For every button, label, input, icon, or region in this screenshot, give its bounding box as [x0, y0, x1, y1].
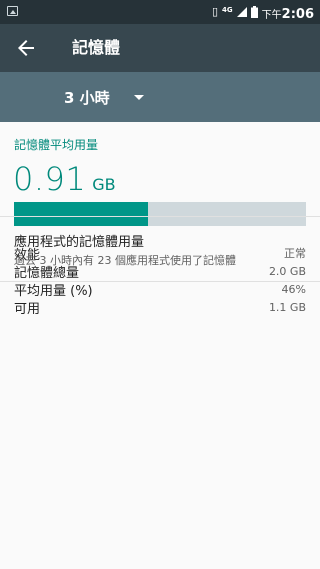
stat-label: 可用: [14, 301, 41, 317]
stat-row: 可用 1.1 GB: [14, 298, 306, 317]
average-usage-value: 0.91: [13, 160, 87, 198]
time-range-selected: 3 小時: [64, 88, 110, 107]
section-title: 記憶體平均用量: [14, 138, 99, 152]
dropdown-arrow-icon: [133, 94, 144, 100]
stat-row: 平均用量 (%) 46%: [14, 280, 306, 299]
time-range-spinner[interactable]: 3 小時: [64, 72, 144, 122]
divider: [0, 281, 320, 282]
stat-value: 46%: [281, 282, 306, 296]
stat-value: 1.1 GB: [268, 300, 306, 314]
status-bar: ▯ 4G 下午2:06: [0, 0, 320, 24]
vibrate-icon: ▯: [211, 5, 219, 18]
image-notification-icon: [7, 6, 18, 16]
time-range-bar: 3 小時: [0, 72, 320, 122]
app-memory-usage-item[interactable]: 應用程式的記憶體用量 過去 3 小時內有 23 個應用程式使用了記憶體: [0, 217, 320, 281]
stat-label: 平均用量 (%): [14, 283, 93, 299]
average-usage: 0.91 GB: [13, 160, 116, 198]
clock: 下午2:06: [262, 3, 314, 22]
app-toolbar: 記憶體: [0, 24, 320, 72]
clock-period: 下午: [261, 9, 282, 21]
signal-icon: [236, 7, 247, 17]
network-type-label: 4G: [222, 6, 233, 14]
clock-time: 2:06: [281, 6, 314, 22]
status-icons: ▯ 4G 下午2:06: [212, 0, 314, 24]
page-title: 記憶體: [72, 38, 121, 57]
app-memory-usage-title: 應用程式的記憶體用量: [14, 235, 145, 250]
arrow-back-icon[interactable]: [14, 36, 38, 60]
average-usage-unit: GB: [92, 175, 116, 194]
battery-icon: [250, 6, 258, 18]
app-memory-usage-subtitle: 過去 3 小時內有 23 個應用程式使用了記憶體: [14, 254, 236, 267]
